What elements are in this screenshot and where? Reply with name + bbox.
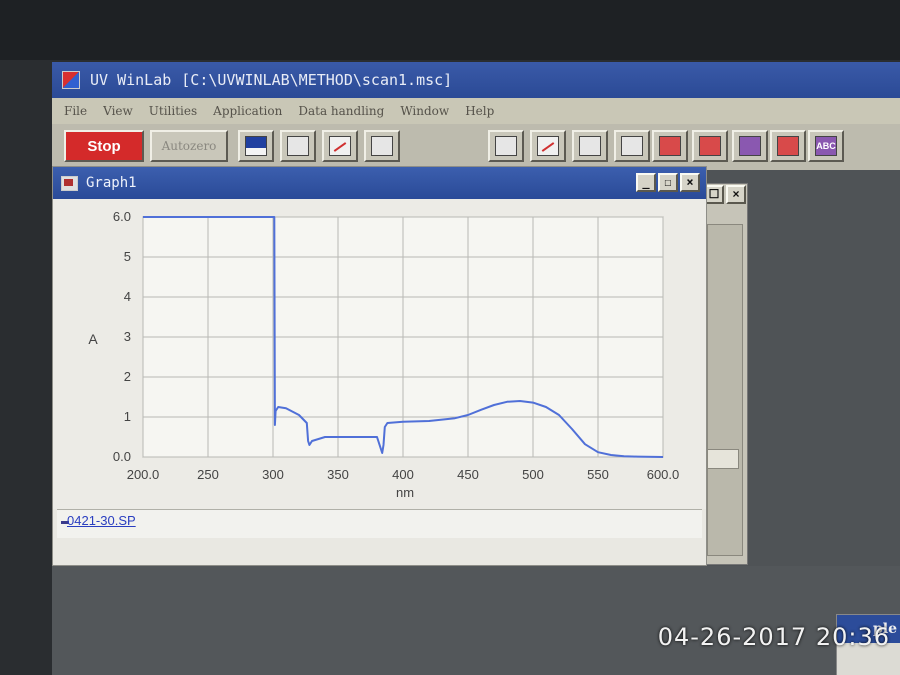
x-axis-label: nm — [396, 485, 414, 500]
y-tick-label: 6.0 — [113, 209, 131, 224]
y-tick-label: 3 — [124, 329, 131, 344]
x-tick-label: 250 — [197, 467, 219, 482]
minimize-button[interactable]: _ — [636, 173, 656, 192]
print-button[interactable] — [488, 130, 524, 162]
x-tick-label: 200.0 — [127, 467, 160, 482]
y-tick-label: 1 — [124, 409, 131, 424]
graph-window: Graph1 _ ☐ × 200.0 250 300 350 400 450 500 550 6… — [52, 166, 707, 566]
x-tick-label: 600.0 — [647, 467, 680, 482]
x-tick-label: 400 — [392, 467, 414, 482]
y-axis-label: A — [88, 331, 98, 347]
app-title-bar: UV WinLab [C:\UVWINLAB\METHOD\scan1.msc] — [52, 62, 900, 98]
copy-icon — [621, 136, 643, 156]
timedrive-button[interactable] — [280, 130, 316, 162]
x-range-button[interactable] — [652, 130, 688, 162]
graph-window-icon — [61, 175, 78, 191]
wavelength-button[interactable] — [322, 130, 358, 162]
app-path: [C:\UVWINLAB\METHOD\scan1.msc] — [181, 71, 453, 89]
photo-timestamp: 04-26-2017 20:36 — [657, 623, 890, 651]
app-title: UV WinLab — [90, 71, 172, 89]
peak-pick-button[interactable] — [732, 130, 768, 162]
background-restore-button[interactable]: ☐ — [704, 185, 724, 204]
x-tick-label: 300 — [262, 467, 284, 482]
menu-utilities[interactable]: Utilities — [149, 104, 197, 118]
spectrum-plot[interactable]: 200.0 250 300 350 400 450 500 550 600.0 0.0 1 2 3 4 5… — [53, 199, 706, 509]
legend-bar: 0421-30.SP — [57, 509, 702, 538]
graph-title: Graph1 — [86, 175, 137, 191]
vertical-arrows-icon — [699, 136, 721, 156]
background-window-buttons: ☐ × — [704, 185, 746, 204]
maximize-button[interactable]: ☐ — [658, 173, 678, 192]
y-tick-label: 5 — [124, 249, 131, 264]
clock-graph-icon — [287, 136, 309, 156]
spectrum-view-button[interactable] — [238, 130, 274, 162]
background-window — [700, 183, 748, 565]
bar-graph-icon — [371, 136, 393, 156]
autoscale-button[interactable] — [770, 130, 806, 162]
overlay-button[interactable] — [572, 130, 608, 162]
stop-button[interactable]: Stop — [64, 130, 144, 162]
screen: UV WinLab [C:\UVWINLAB\METHOD\scan1.msc]… — [52, 62, 900, 675]
background-close-button[interactable]: × — [726, 185, 746, 204]
uvwinlab-app-icon — [62, 71, 80, 89]
abc-icon: ABC — [815, 136, 837, 156]
menu-help[interactable]: Help — [465, 104, 494, 118]
overlay-icon — [579, 136, 601, 156]
y-tick-label: 4 — [124, 289, 131, 304]
spectrum-icon — [245, 136, 267, 156]
horizontal-arrows-icon — [659, 136, 681, 156]
close-button[interactable]: × — [680, 173, 700, 192]
autoscale-icon — [777, 136, 799, 156]
menu-window[interactable]: Window — [400, 104, 449, 118]
menu-view[interactable]: View — [103, 104, 133, 118]
axis-icon — [537, 136, 559, 156]
graph-title-bar[interactable]: Graph1 _ ☐ × — [53, 167, 706, 199]
peak-icon — [739, 136, 761, 156]
toolbar: Stop Autozero ABC — [52, 124, 900, 170]
monitor-bezel — [0, 0, 900, 60]
x-tick-label: 500 — [522, 467, 544, 482]
background-window-panel — [707, 224, 743, 556]
x-tick-label: 450 — [457, 467, 479, 482]
menu-data-handling[interactable]: Data handling — [298, 104, 384, 118]
autozero-button[interactable]: Autozero — [150, 130, 228, 162]
quant-button[interactable] — [364, 130, 400, 162]
y-tick-label: 0.0 — [113, 449, 131, 464]
y-tick-label: 2 — [124, 369, 131, 384]
menu-file[interactable]: File — [64, 104, 87, 118]
menu-application[interactable]: Application — [213, 104, 282, 118]
copy-graph-button[interactable] — [614, 130, 650, 162]
x-tick-label: 350 — [327, 467, 349, 482]
axis-button[interactable] — [530, 130, 566, 162]
graph-window-controls: _ ☐ × — [636, 173, 700, 192]
printer-icon — [495, 136, 517, 156]
workspace-background — [52, 566, 900, 675]
x-axis-ticks: 200.0 250 300 350 400 450 500 550 600.0 — [127, 467, 680, 482]
menu-bar: File View Utilities Application Data han… — [52, 98, 900, 124]
x-tick-label: 550 — [587, 467, 609, 482]
legend-file-link[interactable]: 0421-30.SP — [67, 513, 136, 528]
abc-text-button[interactable]: ABC — [808, 130, 844, 162]
line-graph-icon — [329, 136, 351, 156]
y-range-button[interactable] — [692, 130, 728, 162]
background-window-field[interactable] — [707, 449, 739, 469]
